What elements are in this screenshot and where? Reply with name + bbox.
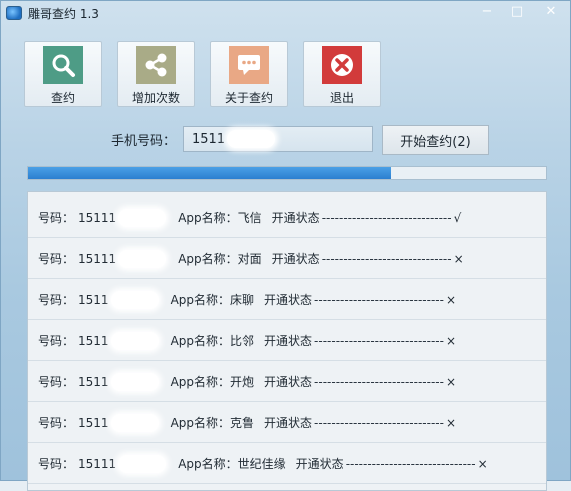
result-number: 1511 (78, 374, 109, 389)
number-mask (110, 331, 159, 350)
result-app-name: 对面 (237, 252, 262, 266)
number-mask (118, 249, 167, 268)
result-row: 号码： 15111 App名称： 世纪佳缘 开通状态 ------------------… (28, 444, 546, 484)
query-button[interactable]: 查约 (24, 41, 102, 107)
status-dashes: ------------------------------ (314, 374, 444, 389)
number-label: 号码： (38, 293, 75, 307)
status-dashes: ------------------------------ (314, 292, 444, 307)
search-icon (43, 46, 83, 84)
progress-fill (28, 167, 391, 179)
number-mask (118, 454, 167, 473)
title-bar[interactable]: 雕哥查约 1.3 − □ ✕ (1, 1, 570, 25)
result-number: 15111 (78, 210, 117, 225)
number-label: 号码： (38, 457, 75, 471)
about-button[interactable]: 关于查约 (210, 41, 288, 107)
close-x-icon (322, 46, 362, 84)
maximize-button[interactable]: □ (502, 1, 532, 21)
share-icon (136, 46, 176, 84)
status-result: × (445, 374, 457, 389)
toolbar: 查约 增加次数 关于查约 退出 (24, 41, 396, 107)
add-times-button[interactable]: 增加次数 (117, 41, 195, 107)
window-title: 雕哥查约 1.3 (28, 6, 99, 21)
progress-bar (27, 166, 547, 180)
result-app-name: 飞信 (237, 211, 262, 225)
number-mask (118, 208, 167, 227)
exit-button[interactable]: 退出 (303, 41, 381, 107)
status-result: × (445, 292, 457, 307)
phone-row: 手机号码： 1511 (111, 126, 373, 152)
app-name-label: App名称： (178, 211, 238, 225)
window-controls: − □ ✕ (472, 1, 570, 21)
minimize-icon: − (481, 3, 493, 19)
start-query-button[interactable]: 开始查约(2) (382, 125, 489, 155)
app-name-label: App名称： (178, 457, 238, 471)
result-app-name: 比邻 (230, 334, 255, 348)
result-number: 1511 (78, 333, 109, 348)
status-result: × (445, 333, 457, 348)
maximize-icon: □ (510, 3, 524, 19)
result-app-name: 世纪佳缘 (237, 457, 286, 471)
app-name-label: App名称： (170, 375, 231, 389)
number-mask (110, 372, 159, 391)
number-label: 号码： (38, 211, 75, 225)
number-label: 号码： (38, 334, 75, 348)
app-name-label: App名称： (178, 252, 238, 266)
result-row: 号码： 1511 App名称： 比邻 开通状态 ---------------------… (28, 321, 546, 361)
result-app-name: 床聊 (230, 293, 255, 307)
status-dashes: ------------------------------ (314, 333, 444, 348)
phone-label: 手机号码： (111, 133, 177, 149)
result-app-name: 克鲁 (230, 416, 255, 430)
status-label: 开通状态 (264, 293, 313, 307)
phone-input-value: 1511 (192, 131, 226, 147)
status-label: 开通状态 (264, 416, 313, 430)
result-number: 1511 (78, 415, 109, 430)
status-label: 开通状态 (271, 211, 320, 225)
status-result: √ (453, 210, 462, 225)
status-label: 开通状态 (271, 252, 320, 266)
add-times-button-label: 增加次数 (131, 91, 180, 105)
result-number: 15111 (78, 251, 117, 266)
about-button-label: 关于查约 (224, 91, 273, 105)
close-button[interactable]: ✕ (532, 1, 570, 21)
status-result: × (453, 251, 464, 266)
status-dashes: ------------------------------ (321, 210, 452, 225)
result-row: 号码： 1511 App名称： 床聊 开通状态 ---------------------… (28, 280, 546, 320)
status-result: × (477, 456, 488, 471)
status-label: 开通状态 (295, 457, 344, 471)
app-name-label: App名称： (170, 416, 231, 430)
app-logo-icon (6, 6, 22, 20)
number-label: 号码： (38, 416, 75, 430)
status-dashes: ------------------------------ (345, 456, 476, 471)
app-name-label: App名称： (170, 334, 231, 348)
status-label: 开通状态 (264, 334, 313, 348)
app-name-label: App名称： (170, 293, 231, 307)
chat-bubble-icon (229, 46, 269, 84)
query-button-label: 查约 (50, 91, 75, 105)
number-mask (110, 413, 159, 432)
status-dashes: ------------------------------ (321, 251, 452, 266)
status-dashes: ------------------------------ (314, 415, 444, 430)
phone-mask (227, 130, 276, 148)
close-icon: ✕ (545, 3, 557, 19)
result-row: 号码： 15111 App名称： 飞信 开通状态 --------------------… (28, 198, 546, 238)
number-label: 号码： (38, 375, 75, 389)
result-app-name: 开炮 (230, 375, 255, 389)
minimize-button[interactable]: − (472, 1, 502, 21)
result-row: 号码： 1511 App名称： 克鲁 开通状态 ---------------------… (28, 403, 546, 443)
exit-button-label: 退出 (329, 91, 354, 105)
status-label: 开通状态 (264, 375, 313, 389)
results-list: 号码： 15111 App名称： 飞信 开通状态 --------------------… (27, 191, 547, 491)
result-number: 1511 (78, 292, 109, 307)
status-result: × (445, 415, 457, 430)
result-row: 号码： 15111 App名称： 对面 开通状态 --------------------… (28, 239, 546, 279)
main-window: 雕哥查约 1.3 − □ ✕ 查约 增加次数 关于查约 退出 手机号码： 151… (0, 0, 571, 491)
phone-input[interactable]: 1511 (183, 126, 373, 152)
number-label: 号码： (38, 252, 75, 266)
result-row: 号码： 1511 App名称： 开炮 开通状态 ---------------------… (28, 362, 546, 402)
result-number: 15111 (78, 456, 117, 471)
number-mask (110, 290, 159, 309)
